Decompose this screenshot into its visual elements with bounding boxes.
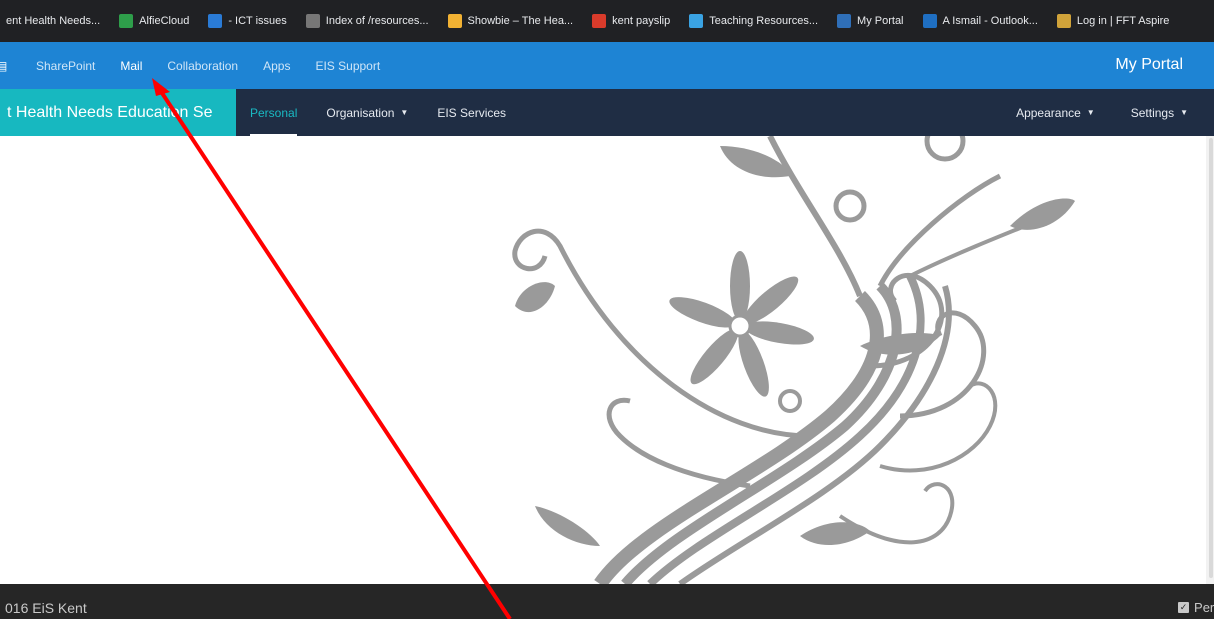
- floral-decoration-image: [512, 136, 1075, 584]
- suite-link-mail[interactable]: Mail: [120, 59, 142, 73]
- nav-link-label: Organisation: [326, 105, 395, 120]
- caret-down-icon: ▼: [1180, 108, 1188, 117]
- caret-down-icon: ▼: [1086, 108, 1095, 117]
- bookmark-label: Teaching Resources...: [709, 15, 819, 27]
- bookmark-label: ent Health Needs...: [6, 15, 101, 27]
- content-area: [0, 136, 1214, 584]
- payslip-icon: [592, 14, 607, 28]
- bookmarks-bar: ent Health Needs... AlfieCloud - ICT issue…: [0, 0, 1214, 42]
- suite-link-sharepoint[interactable]: SharePoint: [36, 59, 95, 73]
- suite-link-eis-support[interactable]: EIS Support: [315, 59, 380, 73]
- bookmark-item[interactable]: AlfieCloud: [119, 14, 189, 28]
- footer-personal-label: Perso: [1194, 600, 1214, 615]
- nav-left-links: Personal Organisation ▼ EIS Services: [250, 89, 535, 136]
- bookmark-item[interactable]: ent Health Needs...: [6, 14, 100, 28]
- bookmark-label: My Portal: [857, 15, 904, 27]
- nav-right-links: Appearance ▼ Settings ▼: [980, 89, 1188, 136]
- nav-link-label: EIS Services: [437, 105, 507, 120]
- site-title[interactable]: t Health Needs Education Se: [0, 89, 236, 136]
- alfiecloud-icon: [119, 14, 134, 28]
- bookmark-label: Log in | FFT Aspire: [1076, 15, 1170, 27]
- suite-link-apps[interactable]: Apps: [263, 59, 290, 73]
- bookmark-item[interactable]: Showbie – The Hea...: [447, 14, 574, 28]
- bookmark-item[interactable]: Teaching Resources...: [689, 14, 818, 28]
- footer: 016 EiS Kent ✓ Perso: [0, 584, 1214, 619]
- caret-down-icon: ▼: [400, 108, 409, 117]
- bookmark-item[interactable]: kent payslip: [592, 14, 670, 28]
- bookmark-label: - ICT issues: [228, 15, 287, 27]
- fft-aspire-icon: [1056, 14, 1071, 28]
- teaching-resources-icon: [689, 14, 704, 28]
- index-page-icon: [305, 14, 320, 28]
- suite-bar: ▤ SharePoint Mail Collaboration Apps EIS Sup…: [0, 42, 1214, 89]
- footer-copyright: 016 EiS Kent: [5, 600, 87, 616]
- bookmark-label: A Ismail - Outlook...: [942, 15, 1038, 27]
- site-navbar: t Health Needs Education Se Personal Orga…: [0, 89, 1214, 136]
- nav-link-personal[interactable]: Personal: [250, 89, 298, 136]
- suite-links: SharePoint Mail Collaboration Apps EIS Suppo…: [36, 59, 405, 73]
- nav-link-organisation[interactable]: Organisation ▼: [326, 89, 408, 136]
- nav-link-settings[interactable]: Settings ▼: [1131, 106, 1188, 120]
- checkbox-icon[interactable]: ✓: [1178, 602, 1190, 613]
- my-portal-icon: [837, 14, 852, 28]
- vertical-scrollbar[interactable]: [1206, 136, 1214, 584]
- bookmark-item[interactable]: A Ismail - Outlook...: [922, 14, 1038, 28]
- nav-link-label: Appearance: [1016, 105, 1081, 120]
- bookmark-label: AlfieCloud: [139, 15, 190, 27]
- ict-issues-icon: [208, 14, 223, 28]
- bookmark-item[interactable]: - ICT issues: [208, 14, 287, 28]
- scrollbar-thumb[interactable]: [1209, 138, 1213, 578]
- bookmark-label: Index of /resources...: [325, 15, 429, 27]
- nav-link-eis-services[interactable]: EIS Services: [437, 89, 506, 136]
- outlook-icon: [922, 14, 937, 28]
- bookmark-item[interactable]: My Portal: [837, 14, 904, 28]
- nav-link-label: Personal: [250, 105, 298, 120]
- app-launcher-icon[interactable]: ▤: [0, 59, 10, 73]
- bookmark-label: kent payslip: [612, 15, 671, 27]
- bookmark-label: Showbie – The Hea...: [467, 15, 574, 27]
- suite-link-collaboration[interactable]: Collaboration: [167, 59, 238, 73]
- footer-personal-toggle[interactable]: ✓ Perso: [1178, 600, 1214, 615]
- bookmark-item[interactable]: Log in | FFT Aspire: [1056, 14, 1170, 28]
- showbie-icon: [447, 14, 462, 28]
- bookmark-item[interactable]: Index of /resources...: [305, 14, 429, 28]
- nav-link-appearance[interactable]: Appearance ▼: [1016, 106, 1095, 120]
- suite-brand[interactable]: My Portal: [1115, 56, 1183, 74]
- nav-link-label: Settings: [1130, 105, 1175, 120]
